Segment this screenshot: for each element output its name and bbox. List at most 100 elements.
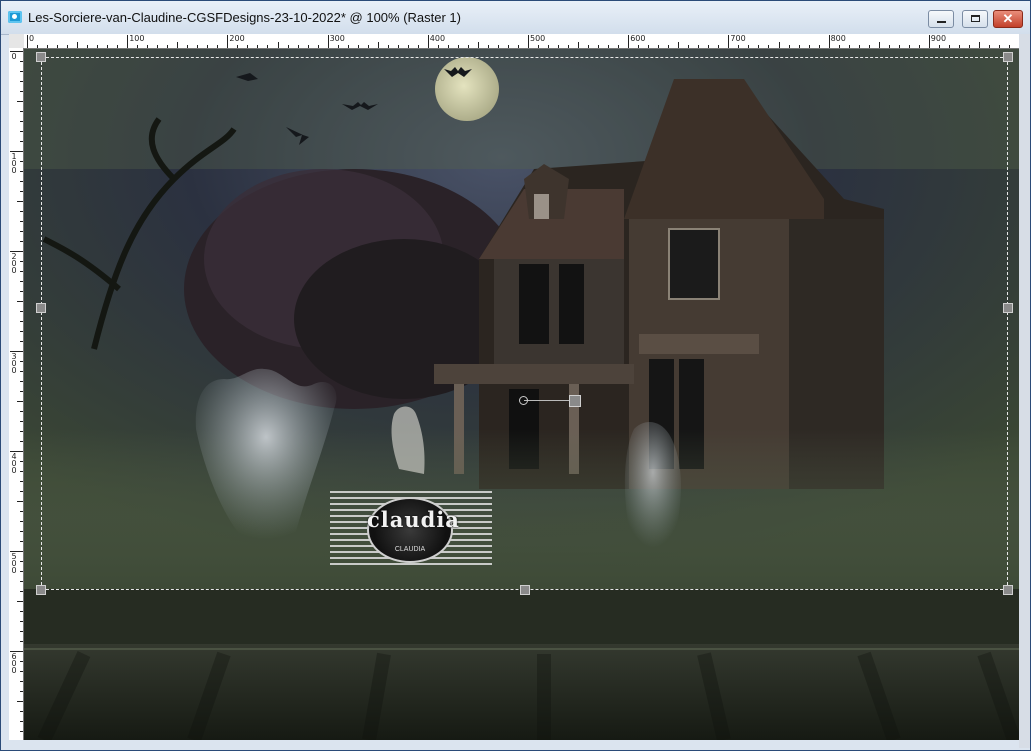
ruler-tick	[959, 45, 960, 48]
ruler-tick	[20, 521, 23, 522]
image-canvas[interactable]: claudia CLAUDIA	[24, 49, 1019, 740]
ruler-tick	[758, 45, 759, 48]
ruler-tick	[217, 45, 218, 48]
vertical-scrollbar[interactable]	[1019, 34, 1030, 748]
ruler-label: 200	[11, 252, 17, 275]
ruler-tick	[167, 45, 168, 48]
ruler-tick	[20, 281, 23, 282]
ruler-tick	[20, 731, 23, 732]
ruler-tick	[17, 601, 23, 602]
ruler-tick	[448, 45, 449, 48]
ruler-tick	[308, 45, 309, 48]
image-window: Les-Sorciere-van-Claudine-CGSFDesigns-23…	[0, 0, 1031, 751]
close-icon: ✕	[1002, 11, 1014, 26]
ruler-tick	[498, 45, 499, 48]
ruler-tick	[678, 42, 679, 48]
ruler-label: 600	[630, 34, 646, 43]
ruler-tick	[819, 45, 820, 48]
ruler-tick	[20, 171, 23, 172]
ruler-tick	[20, 241, 23, 242]
ruler-tick	[20, 541, 23, 542]
ruler-tick	[17, 701, 23, 702]
ruler-label: 500	[11, 552, 17, 575]
ruler-label: 400	[429, 34, 446, 43]
ruler-tick	[197, 45, 198, 48]
watermark-logo: claudia CLAUDIA	[330, 491, 492, 569]
maximize-button[interactable]	[962, 10, 988, 28]
horizontal-ruler[interactable]: 0 100 200 300 400 500 600 700 800 900	[24, 34, 1019, 49]
ruler-tick	[20, 621, 23, 622]
transform-handle-right[interactable]	[1003, 303, 1013, 313]
title-bar[interactable]: Les-Sorciere-van-Claudine-CGSFDesigns-23…	[1, 1, 1030, 35]
ruler-tick	[20, 261, 23, 262]
ruler-label: 100	[11, 152, 17, 175]
ruler-tick	[20, 191, 23, 192]
ruler-tick	[799, 45, 800, 48]
ruler-tick	[20, 61, 23, 62]
ruler-tick	[338, 45, 339, 48]
ruler-tick	[20, 71, 23, 72]
ruler-tick	[20, 321, 23, 322]
ruler-tick	[137, 45, 138, 48]
ruler-tick	[20, 291, 23, 292]
ruler-label: 900	[930, 34, 947, 43]
ruler-tick	[20, 441, 23, 442]
ruler-tick	[20, 561, 23, 562]
close-button[interactable]: ✕	[993, 10, 1023, 28]
transform-handle-top-right[interactable]	[1003, 52, 1013, 62]
ruler-tick	[237, 45, 238, 48]
ruler-tick	[20, 421, 23, 422]
ruler-tick	[207, 45, 208, 48]
ruler-tick	[518, 45, 519, 48]
ruler-tick	[127, 35, 128, 48]
scene-artwork	[24, 49, 1019, 740]
ruler-tick	[728, 35, 729, 48]
ruler-tick	[187, 45, 188, 48]
ruler-tick	[20, 141, 23, 142]
ruler-tick	[869, 45, 870, 48]
ruler-tick	[859, 45, 860, 48]
ruler-tick	[779, 42, 780, 48]
ruler-tick	[247, 45, 248, 48]
ruler-label: 300	[329, 34, 345, 43]
pivot-point[interactable]	[519, 396, 528, 405]
ruler-tick	[20, 711, 23, 712]
ruler-tick	[348, 45, 349, 48]
ruler-label: 700	[730, 34, 746, 43]
ruler-tick	[698, 45, 699, 48]
maximize-icon	[971, 15, 980, 22]
ruler-tick	[288, 45, 289, 48]
ruler-tick	[478, 42, 479, 48]
ruler-tick	[378, 42, 379, 48]
ruler-tick	[20, 631, 23, 632]
ruler-tick	[939, 45, 940, 48]
vertical-ruler[interactable]: 0 100 200 300 400 500 600	[9, 48, 24, 740]
ruler-tick	[17, 501, 23, 502]
ruler-tick	[588, 45, 589, 48]
ruler-tick	[20, 211, 23, 212]
ruler-tick	[20, 121, 23, 122]
ruler-tick	[368, 45, 369, 48]
transform-handle-bottom[interactable]	[520, 585, 530, 595]
transform-handle-top-left[interactable]	[36, 52, 46, 62]
ruler-tick	[318, 45, 319, 48]
ruler-tick	[558, 45, 559, 48]
ruler-tick	[20, 431, 23, 432]
rotation-handle[interactable]	[569, 395, 581, 407]
transform-handle-bottom-right[interactable]	[1003, 585, 1013, 595]
ruler-tick	[17, 401, 23, 402]
minimize-button[interactable]	[928, 10, 954, 28]
ruler-tick	[388, 45, 389, 48]
ruler-tick	[20, 671, 23, 672]
ruler-label: 0	[11, 52, 17, 61]
transform-handle-bottom-left[interactable]	[36, 585, 46, 595]
ruler-tick	[528, 35, 529, 48]
ruler-tick	[398, 45, 399, 48]
transform-handle-left[interactable]	[36, 303, 46, 313]
ruler-tick	[117, 45, 118, 48]
ruler-tick	[20, 681, 23, 682]
ruler-tick	[20, 381, 23, 382]
ruler-tick	[20, 611, 23, 612]
ruler-tick	[488, 45, 489, 48]
ruler-tick	[27, 35, 28, 48]
